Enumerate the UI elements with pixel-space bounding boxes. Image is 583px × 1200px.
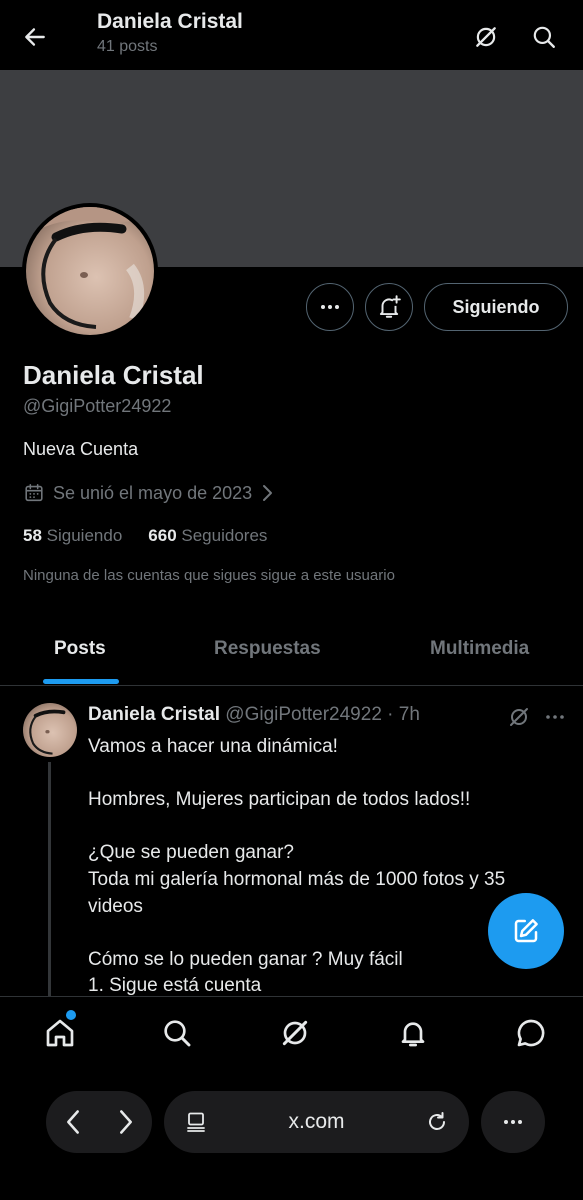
post-count: 41 posts xyxy=(97,38,158,55)
following-count: 58 xyxy=(23,526,42,545)
post-author-name[interactable]: Daniela Cristal xyxy=(88,704,220,725)
more-horizontal-icon xyxy=(504,1120,522,1124)
chat-bubble-icon xyxy=(517,1019,545,1047)
bell-icon xyxy=(401,1022,425,1047)
post-text: Vamos a hacer una dinámica! Hombres, Muj… xyxy=(88,734,558,1000)
mutual-followers-note: Ninguna de las cuentas que sigues sigue … xyxy=(23,567,395,584)
more-horizontal-icon xyxy=(546,715,564,719)
active-tab-indicator xyxy=(43,679,119,684)
profile-avatar[interactable] xyxy=(22,203,158,339)
more-horizontal-icon xyxy=(321,305,339,309)
browser-back-button[interactable] xyxy=(46,1108,99,1136)
profile-bio: Nueva Cuenta xyxy=(23,439,139,459)
header-title-group: Daniela Cristal 41 posts xyxy=(97,10,243,56)
joined-date[interactable]: Se unió el mayo de 2023 xyxy=(23,482,276,504)
search-icon xyxy=(164,1020,191,1047)
post-meta: @GigiPotter24922 · 7h xyxy=(225,704,420,725)
notify-button[interactable] xyxy=(365,283,413,331)
browser-menu-button[interactable] xyxy=(481,1091,545,1153)
reload-icon[interactable] xyxy=(425,1110,449,1134)
profile-tabs: Posts Respuestas Multimedia xyxy=(0,612,583,686)
tab-multimedia[interactable]: Multimedia xyxy=(430,638,529,660)
compose-button[interactable] xyxy=(488,893,564,969)
back-button[interactable] xyxy=(18,20,52,54)
post-line: Vamos a hacer una dinámica! xyxy=(88,736,338,757)
calendar-icon xyxy=(25,483,43,502)
header-title: Daniela Cristal xyxy=(97,10,243,33)
url-text: x.com xyxy=(288,1110,345,1133)
nav-grok[interactable] xyxy=(275,1013,315,1053)
top-header: Daniela Cristal 41 posts xyxy=(0,0,583,70)
post-line: Toda mi galería hormonal más de 1000 fot… xyxy=(88,868,506,917)
thread-line xyxy=(48,762,51,998)
nav-notifications[interactable] xyxy=(393,1013,433,1053)
following-link[interactable]: 58 Siguiendo xyxy=(23,526,122,546)
post-header: Daniela Cristal @GigiPotter24922 · 7h xyxy=(88,704,420,726)
profile-handle: @GigiPotter24922 xyxy=(23,396,172,416)
history-nav-group xyxy=(46,1091,152,1153)
post-line: Hombres, Mujeres participan de todos lad… xyxy=(88,789,471,811)
reader-mode-icon[interactable] xyxy=(184,1110,208,1134)
search-button[interactable] xyxy=(527,20,561,54)
chevron-right-icon xyxy=(119,1110,132,1134)
grok-button[interactable] xyxy=(469,20,503,54)
post-line: Cómo se lo pueden ganar ? Muy fácil xyxy=(88,948,403,970)
grok-icon xyxy=(282,1020,308,1046)
post-grok-button[interactable] xyxy=(505,703,533,731)
search-icon xyxy=(533,26,555,48)
grok-icon xyxy=(510,708,528,726)
following-button[interactable]: Siguiendo xyxy=(424,283,568,331)
grok-icon xyxy=(476,27,496,47)
profile-name: Daniela Cristal xyxy=(23,360,204,390)
bottom-navigation xyxy=(0,996,583,1070)
post-line: ¿Que se pueden ganar? xyxy=(88,842,294,864)
browser-toolbar: x.com xyxy=(0,1070,583,1200)
chevron-right-icon xyxy=(263,485,273,501)
home-unread-dot xyxy=(66,1010,76,1020)
browser-forward-button[interactable] xyxy=(99,1108,152,1136)
joined-text: Se unió el mayo de 2023 xyxy=(53,482,253,503)
followers-label: Seguidores xyxy=(181,526,268,545)
post-avatar[interactable] xyxy=(23,703,77,757)
chevron-left-icon xyxy=(66,1110,79,1134)
home-icon xyxy=(46,1019,74,1047)
tab-posts[interactable]: Posts xyxy=(54,638,106,660)
more-options-button[interactable] xyxy=(306,283,354,331)
nav-search[interactable] xyxy=(157,1013,197,1053)
follow-stats: 58 Siguiendo 660 Seguidores xyxy=(23,526,267,546)
post-more-button[interactable] xyxy=(541,703,569,731)
arrow-left-icon xyxy=(25,28,45,46)
followers-count: 660 xyxy=(148,526,177,545)
following-label: Siguiendo xyxy=(46,526,123,545)
followers-link[interactable]: 660 Seguidores xyxy=(148,526,267,546)
tab-respuestas[interactable]: Respuestas xyxy=(214,638,321,660)
compose-icon xyxy=(514,919,538,943)
post-line xyxy=(88,814,558,841)
post-line xyxy=(88,761,558,788)
address-bar[interactable]: x.com xyxy=(164,1091,469,1153)
nav-messages[interactable] xyxy=(511,1013,551,1053)
bell-plus-icon xyxy=(379,295,401,318)
